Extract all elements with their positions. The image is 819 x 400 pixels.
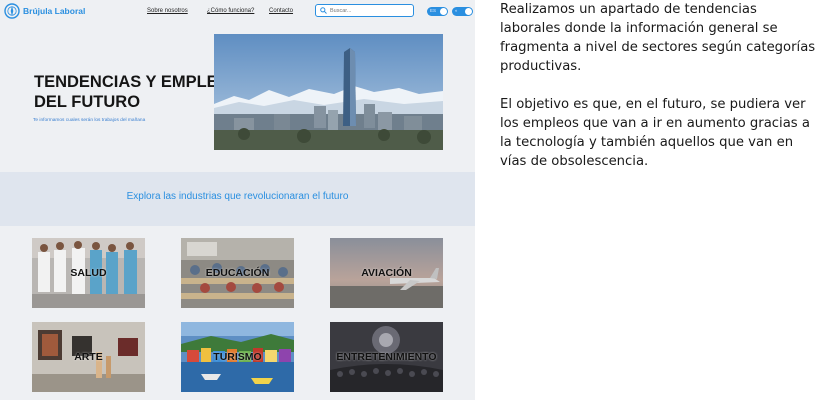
card-label: AVIACIÓN bbox=[361, 267, 412, 279]
search-box[interactable] bbox=[315, 4, 414, 17]
search-icon bbox=[320, 7, 327, 14]
theme-toggle[interactable]: ◐ bbox=[452, 7, 473, 16]
nav-link-contact[interactable]: Contacto bbox=[269, 8, 293, 14]
card-label: ENTRETENIMIENTO bbox=[336, 351, 437, 363]
card-label: SALUD bbox=[70, 267, 107, 279]
card-label: EDUCACIÓN bbox=[205, 267, 270, 279]
industry-card-entretenimiento[interactable]: ENTRETENIMIENTO bbox=[330, 322, 443, 392]
industry-card-turismo[interactable]: TURISMO bbox=[181, 322, 294, 392]
hero-subtitle: Te informamos cuales serán los trabajos … bbox=[33, 118, 146, 123]
industry-card-educacion[interactable]: EDUCACIÓN bbox=[181, 238, 294, 308]
website-mockup: Brújula Laboral Sobre nosotros ¿Cómo fun… bbox=[0, 0, 475, 400]
logo[interactable]: Brújula Laboral bbox=[4, 3, 85, 19]
explore-banner-text: Explora las industrias que revolucionara… bbox=[126, 191, 349, 202]
logo-text: Brújula Laboral bbox=[23, 6, 86, 16]
nav-link-about[interactable]: Sobre nosotros bbox=[147, 8, 188, 14]
language-toggle[interactable]: ES bbox=[427, 7, 448, 16]
explore-banner: Explora las industrias que revolucionara… bbox=[0, 172, 475, 226]
hero-image-city-skyline bbox=[214, 34, 443, 150]
theme-toggle-label: ◐ bbox=[455, 8, 458, 13]
project-description: Realizamos un apartado de tendencias lab… bbox=[500, 0, 818, 190]
language-toggle-label: ES bbox=[430, 8, 437, 13]
nav-link-how-it-works[interactable]: ¿Cómo funciona? bbox=[207, 8, 254, 14]
toggle-knob bbox=[465, 8, 472, 15]
description-paragraph-1: Realizamos un apartado de tendencias lab… bbox=[500, 2, 816, 74]
description-paragraph-2: El objetivo es que, en el futuro, se pud… bbox=[500, 97, 810, 169]
card-label: ARTE bbox=[74, 351, 103, 363]
industry-card-arte[interactable]: ARTE bbox=[32, 322, 145, 392]
industry-card-aviacion[interactable]: AVIACIÓN bbox=[330, 238, 443, 308]
search-input[interactable] bbox=[327, 7, 410, 14]
compass-icon bbox=[4, 3, 20, 19]
toggle-knob bbox=[440, 8, 447, 15]
industry-card-salud[interactable]: SALUD bbox=[32, 238, 145, 308]
card-label: TURISMO bbox=[213, 351, 262, 363]
top-navigation: Brújula Laboral Sobre nosotros ¿Cómo fun… bbox=[0, 0, 475, 26]
